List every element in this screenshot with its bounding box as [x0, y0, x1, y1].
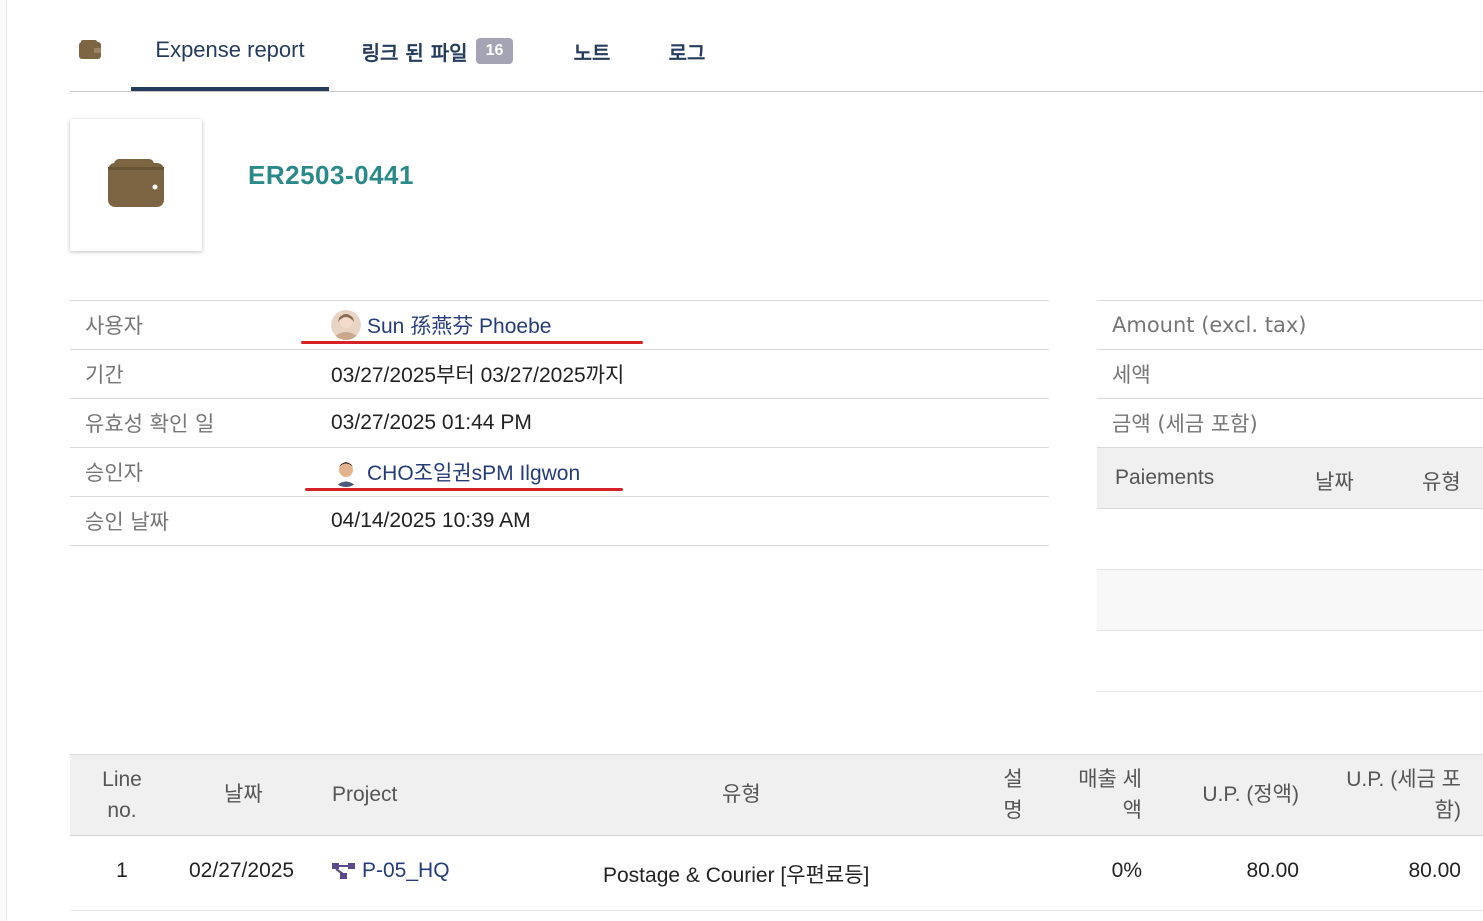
tab-linked-files[interactable]: 링크 된 파일 16	[350, 0, 525, 92]
col-sales-tax: 매출 세 액	[1078, 768, 1142, 822]
payments-empty-row	[1097, 509, 1483, 570]
amount-excl-tax-label: Amount (excl. tax)	[1097, 301, 1483, 350]
line-date: 02/27/2025	[189, 859, 295, 882]
tax-label: 세액	[1097, 350, 1483, 399]
annotation-underline	[301, 341, 643, 344]
field-row-approval-date: 승인 날짜 04/14/2025 10:39 AM	[70, 497, 1049, 546]
field-row-validation-date: 유효성 확인 일 03/27/2025 01:44 PM	[70, 399, 1049, 448]
tab-notes[interactable]: 노트	[565, 0, 619, 92]
field-value: 03/27/2025 01:44 PM	[331, 411, 532, 434]
table-row: 1 02/27/2025 P-05_HQ Postage & Courier […	[70, 836, 1483, 911]
payments-col-type: 유형	[1422, 471, 1461, 494]
field-row-period: 기간 03/27/2025부터 03/27/2025까지	[70, 350, 1049, 399]
project-icon	[332, 862, 356, 880]
payments-col-date: 날짜	[1315, 471, 1354, 494]
details-table: 사용자 Sun 孫燕芬 Phoebe 기간 03/27/2025부터 03/27…	[70, 300, 1049, 546]
field-label: 승인 날짜	[85, 510, 169, 534]
field-label: 기간	[85, 363, 124, 387]
line-sales-tax: 0%	[1111, 859, 1142, 882]
lines-header: Line no. 날짜 Project 유형 설 명 매출 세 액 U.P. (…	[70, 754, 1483, 836]
amount-summary: Amount (excl. tax) 세액 금액 (세금 포함) Paiemen…	[1097, 300, 1483, 692]
col-project: Project	[332, 783, 398, 806]
col-date: 날짜	[224, 783, 263, 806]
payments-header: Paiements 날짜 유형	[1097, 448, 1483, 509]
linked-files-count-badge: 16	[475, 38, 514, 64]
project-link[interactable]: P-05_HQ	[332, 859, 450, 883]
wallet-icon	[79, 40, 101, 59]
avatar	[331, 457, 361, 487]
annotation-underline	[305, 488, 623, 491]
field-label: 승인자	[85, 461, 143, 485]
line-no: 1	[116, 859, 128, 882]
tab-bar: Expense report 링크 된 파일 16 노트 로그	[70, 0, 1483, 92]
field-value: 03/27/2025부터 03/27/2025까지	[331, 364, 625, 387]
line-unit-price-net: 80.00	[1246, 859, 1299, 882]
tab-log[interactable]: 로그	[660, 0, 714, 92]
payments-empty-row	[1097, 570, 1483, 631]
col-unit-price-incl-tax: U.P. (세금 포 함)	[1346, 768, 1461, 822]
tab-linked-files-label: 링크 된 파일	[361, 40, 468, 65]
amount-incl-tax-label: 금액 (세금 포함)	[1097, 399, 1483, 448]
payments-empty-row	[1097, 631, 1483, 692]
user-name: Sun 孫燕芬 Phoebe	[367, 315, 552, 338]
field-label: 유효성 확인 일	[85, 412, 215, 436]
col-line-no: Line no.	[102, 768, 142, 822]
approver-name: CHO조일권sPM Ilgwon	[367, 462, 581, 485]
field-label: 사용자	[85, 314, 143, 338]
field-value: 04/14/2025 10:39 AM	[331, 509, 531, 532]
field-row-user: 사용자 Sun 孫燕芬 Phoebe	[70, 301, 1049, 350]
line-unit-price-incl-tax: 80.00	[1408, 859, 1461, 882]
wallet-icon	[108, 158, 164, 212]
tab-expense-report[interactable]: Expense report	[131, 0, 329, 91]
approver-link[interactable]: CHO조일권sPM Ilgwon	[331, 457, 580, 487]
avatar	[331, 310, 361, 340]
expense-lines-table: Line no. 날짜 Project 유형 설 명 매출 세 액 U.P. (…	[70, 754, 1483, 911]
col-unit-price-net: U.P. (정액)	[1202, 783, 1299, 806]
record-reference: ER2503-0441	[248, 160, 414, 190]
col-description: 설 명	[1003, 768, 1023, 822]
left-rail	[0, 0, 7, 921]
col-type: 유형	[722, 783, 761, 806]
user-link[interactable]: Sun 孫燕芬 Phoebe	[331, 310, 551, 340]
record-thumbnail	[70, 119, 202, 251]
payments-col-payments: Paiements	[1115, 466, 1215, 489]
field-row-approver: 승인자 CHO조일권sPM Ilgwon	[70, 448, 1049, 497]
project-name: P-05_HQ	[362, 859, 450, 882]
line-type: Postage & Courier [우편료등]	[603, 864, 870, 887]
